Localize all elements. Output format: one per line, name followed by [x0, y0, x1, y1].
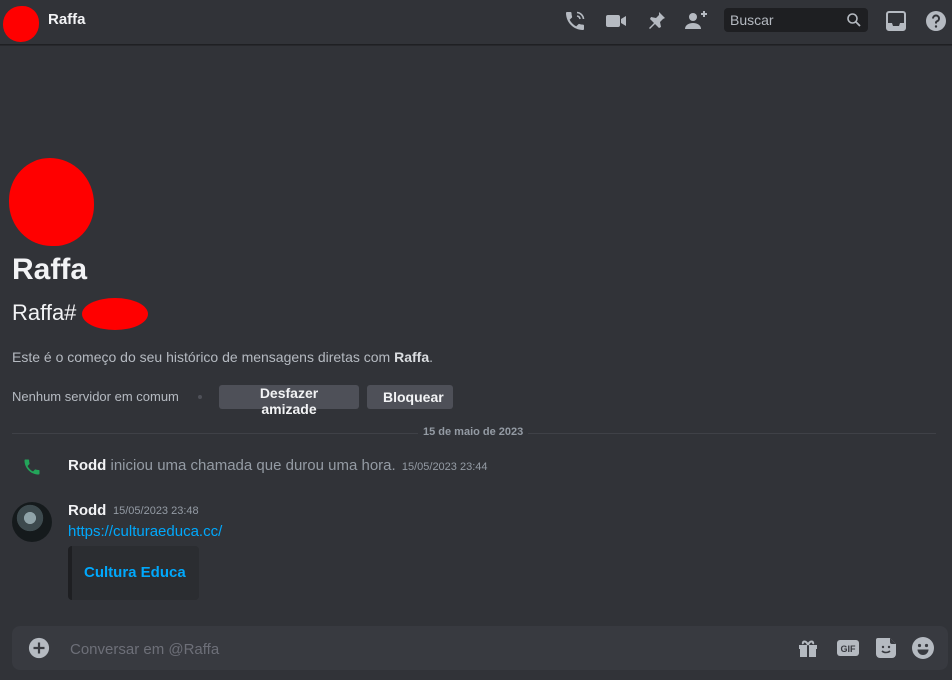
- inbox-icon[interactable]: [884, 9, 908, 33]
- dm-title: Raffa: [48, 11, 86, 28]
- call-timestamp: 15/05/2023 23:44: [401, 461, 488, 473]
- pin-icon[interactable]: [644, 9, 668, 33]
- message-author[interactable]: Rodd: [68, 502, 106, 519]
- gift-icon[interactable]: [796, 636, 820, 660]
- profile-tag: Raffa#: [12, 300, 77, 325]
- call-author[interactable]: Rodd: [68, 457, 106, 474]
- plus-circle-icon[interactable]: [28, 637, 50, 659]
- sticker-icon[interactable]: [874, 636, 898, 660]
- message-link[interactable]: https://culturaeduca.cc/: [68, 523, 222, 540]
- intro-description: Este é o começo do seu histórico de mens…: [12, 349, 433, 365]
- date-divider-label: 15 de maio de 2023: [418, 426, 529, 438]
- dm-avatar[interactable]: [3, 6, 39, 42]
- avatar[interactable]: [12, 502, 52, 542]
- channel-header: Raffa: [0, 0, 952, 45]
- phone-call-icon[interactable]: [563, 9, 587, 33]
- unfriend-button[interactable]: Desfazer amizade: [219, 385, 359, 417]
- help-icon[interactable]: [924, 9, 948, 33]
- emoji-icon[interactable]: [911, 636, 935, 660]
- call-system-message: Rodd iniciou uma chamada que durou uma h…: [68, 457, 488, 474]
- search-input[interactable]: [724, 8, 842, 32]
- add-friend-icon[interactable]: [684, 9, 708, 33]
- search-icon: [847, 13, 861, 27]
- message-input[interactable]: [68, 626, 772, 672]
- gif-icon[interactable]: GIF: [836, 636, 860, 660]
- video-camera-icon[interactable]: [604, 9, 628, 33]
- mutual-servers-text: Nenhum servidor em comum: [12, 389, 179, 404]
- link-embed: Cultura Educa: [68, 546, 199, 600]
- profile-avatar: [9, 158, 94, 246]
- block-button[interactable]: Bloquear: [367, 385, 453, 409]
- redaction-mark: [82, 298, 148, 330]
- embed-title[interactable]: Cultura Educa: [84, 564, 186, 581]
- message-timestamp: 15/05/2023 23:48: [113, 505, 199, 517]
- message-composer: GIF: [12, 626, 948, 672]
- call-phone-icon: [24, 459, 40, 475]
- profile-name: Raffa: [12, 253, 88, 286]
- separator-dot: [198, 395, 202, 399]
- search-box[interactable]: [724, 8, 868, 32]
- svg-text:GIF: GIF: [841, 644, 857, 654]
